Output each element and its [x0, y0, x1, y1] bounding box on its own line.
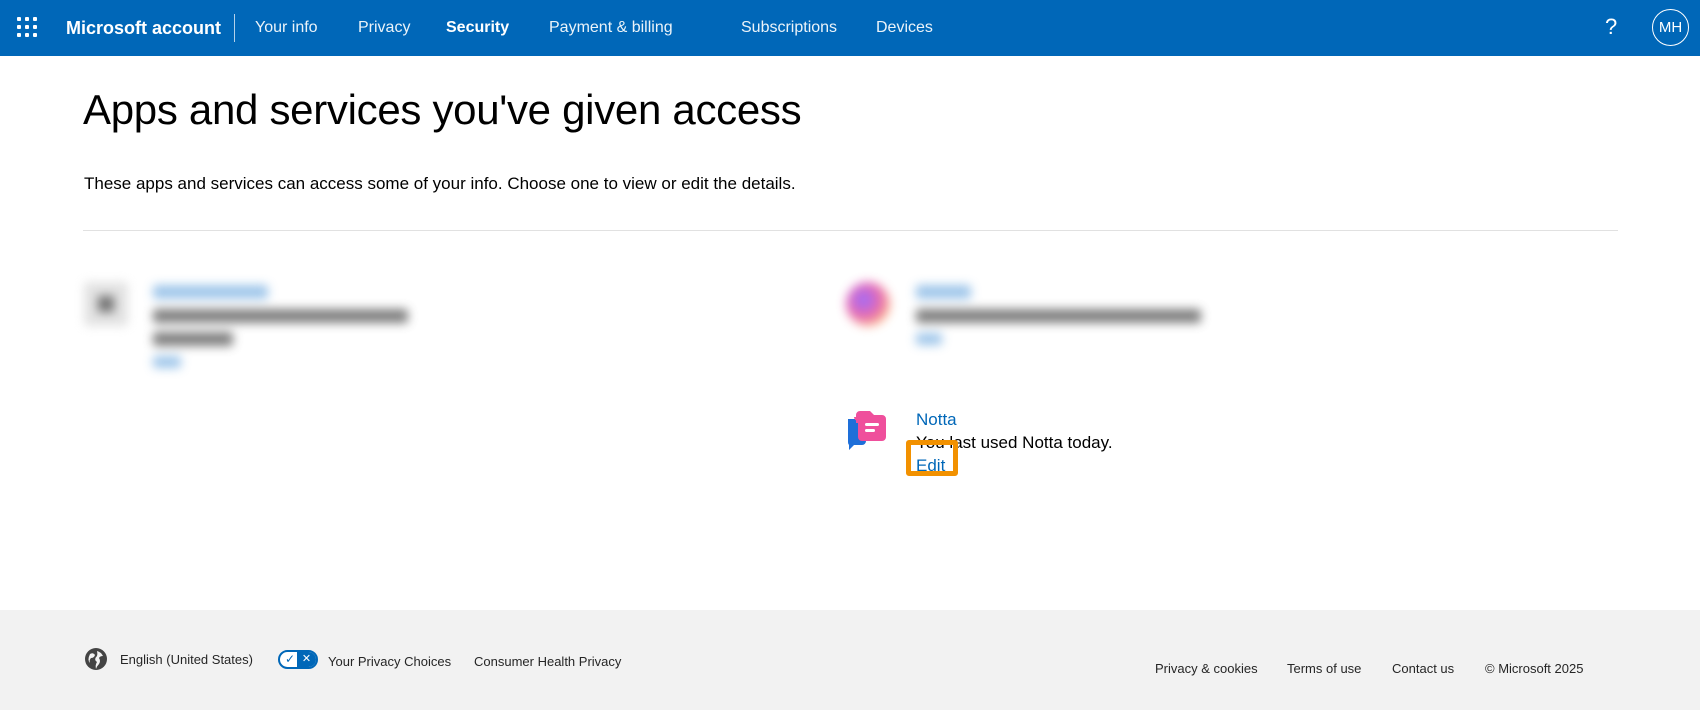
privacy-choices-link[interactable]: Your Privacy Choices — [328, 654, 451, 669]
language-selector[interactable]: English (United States) — [120, 652, 253, 667]
avatar[interactable]: MH — [1652, 9, 1689, 46]
brand-link[interactable]: Microsoft account — [66, 18, 221, 39]
blurred-app-icon — [846, 282, 890, 326]
brand-divider — [234, 14, 235, 42]
contact-us-link[interactable]: Contact us — [1392, 661, 1454, 676]
nav-payment-billing[interactable]: Payment & billing — [549, 19, 673, 37]
nav-subscriptions[interactable]: Subscriptions — [741, 19, 837, 37]
consumer-health-privacy-link[interactable]: Consumer Health Privacy — [474, 654, 621, 669]
app-name-link[interactable]: Notta — [916, 408, 1113, 431]
top-nav-bar: Microsoft account Your info Privacy Secu… — [0, 0, 1700, 56]
nav-privacy[interactable]: Privacy — [358, 19, 410, 37]
globe-icon[interactable] — [84, 647, 108, 671]
privacy-cookies-link[interactable]: Privacy & cookies — [1155, 661, 1258, 676]
app-launcher-icon[interactable] — [17, 17, 39, 39]
edit-highlight-box — [906, 440, 958, 476]
blurred-app-icon — [84, 282, 128, 326]
privacy-choices-toggle-icon[interactable]: ✓ ✕ — [278, 650, 318, 669]
page-title: Apps and services you've given access — [83, 86, 802, 133]
nav-devices[interactable]: Devices — [876, 19, 933, 37]
intro-text: These apps and services can access some … — [84, 174, 796, 193]
copyright-text: © Microsoft 2025 — [1485, 661, 1584, 676]
nav-your-info[interactable]: Your info — [255, 19, 318, 37]
section-divider — [83, 230, 1618, 231]
terms-of-use-link[interactable]: Terms of use — [1287, 661, 1361, 676]
notta-app-icon — [847, 411, 886, 450]
help-icon[interactable]: ? — [1605, 14, 1617, 40]
page-footer: English (United States) ✓ ✕ Your Privacy … — [0, 610, 1700, 710]
nav-security[interactable]: Security — [446, 19, 509, 37]
